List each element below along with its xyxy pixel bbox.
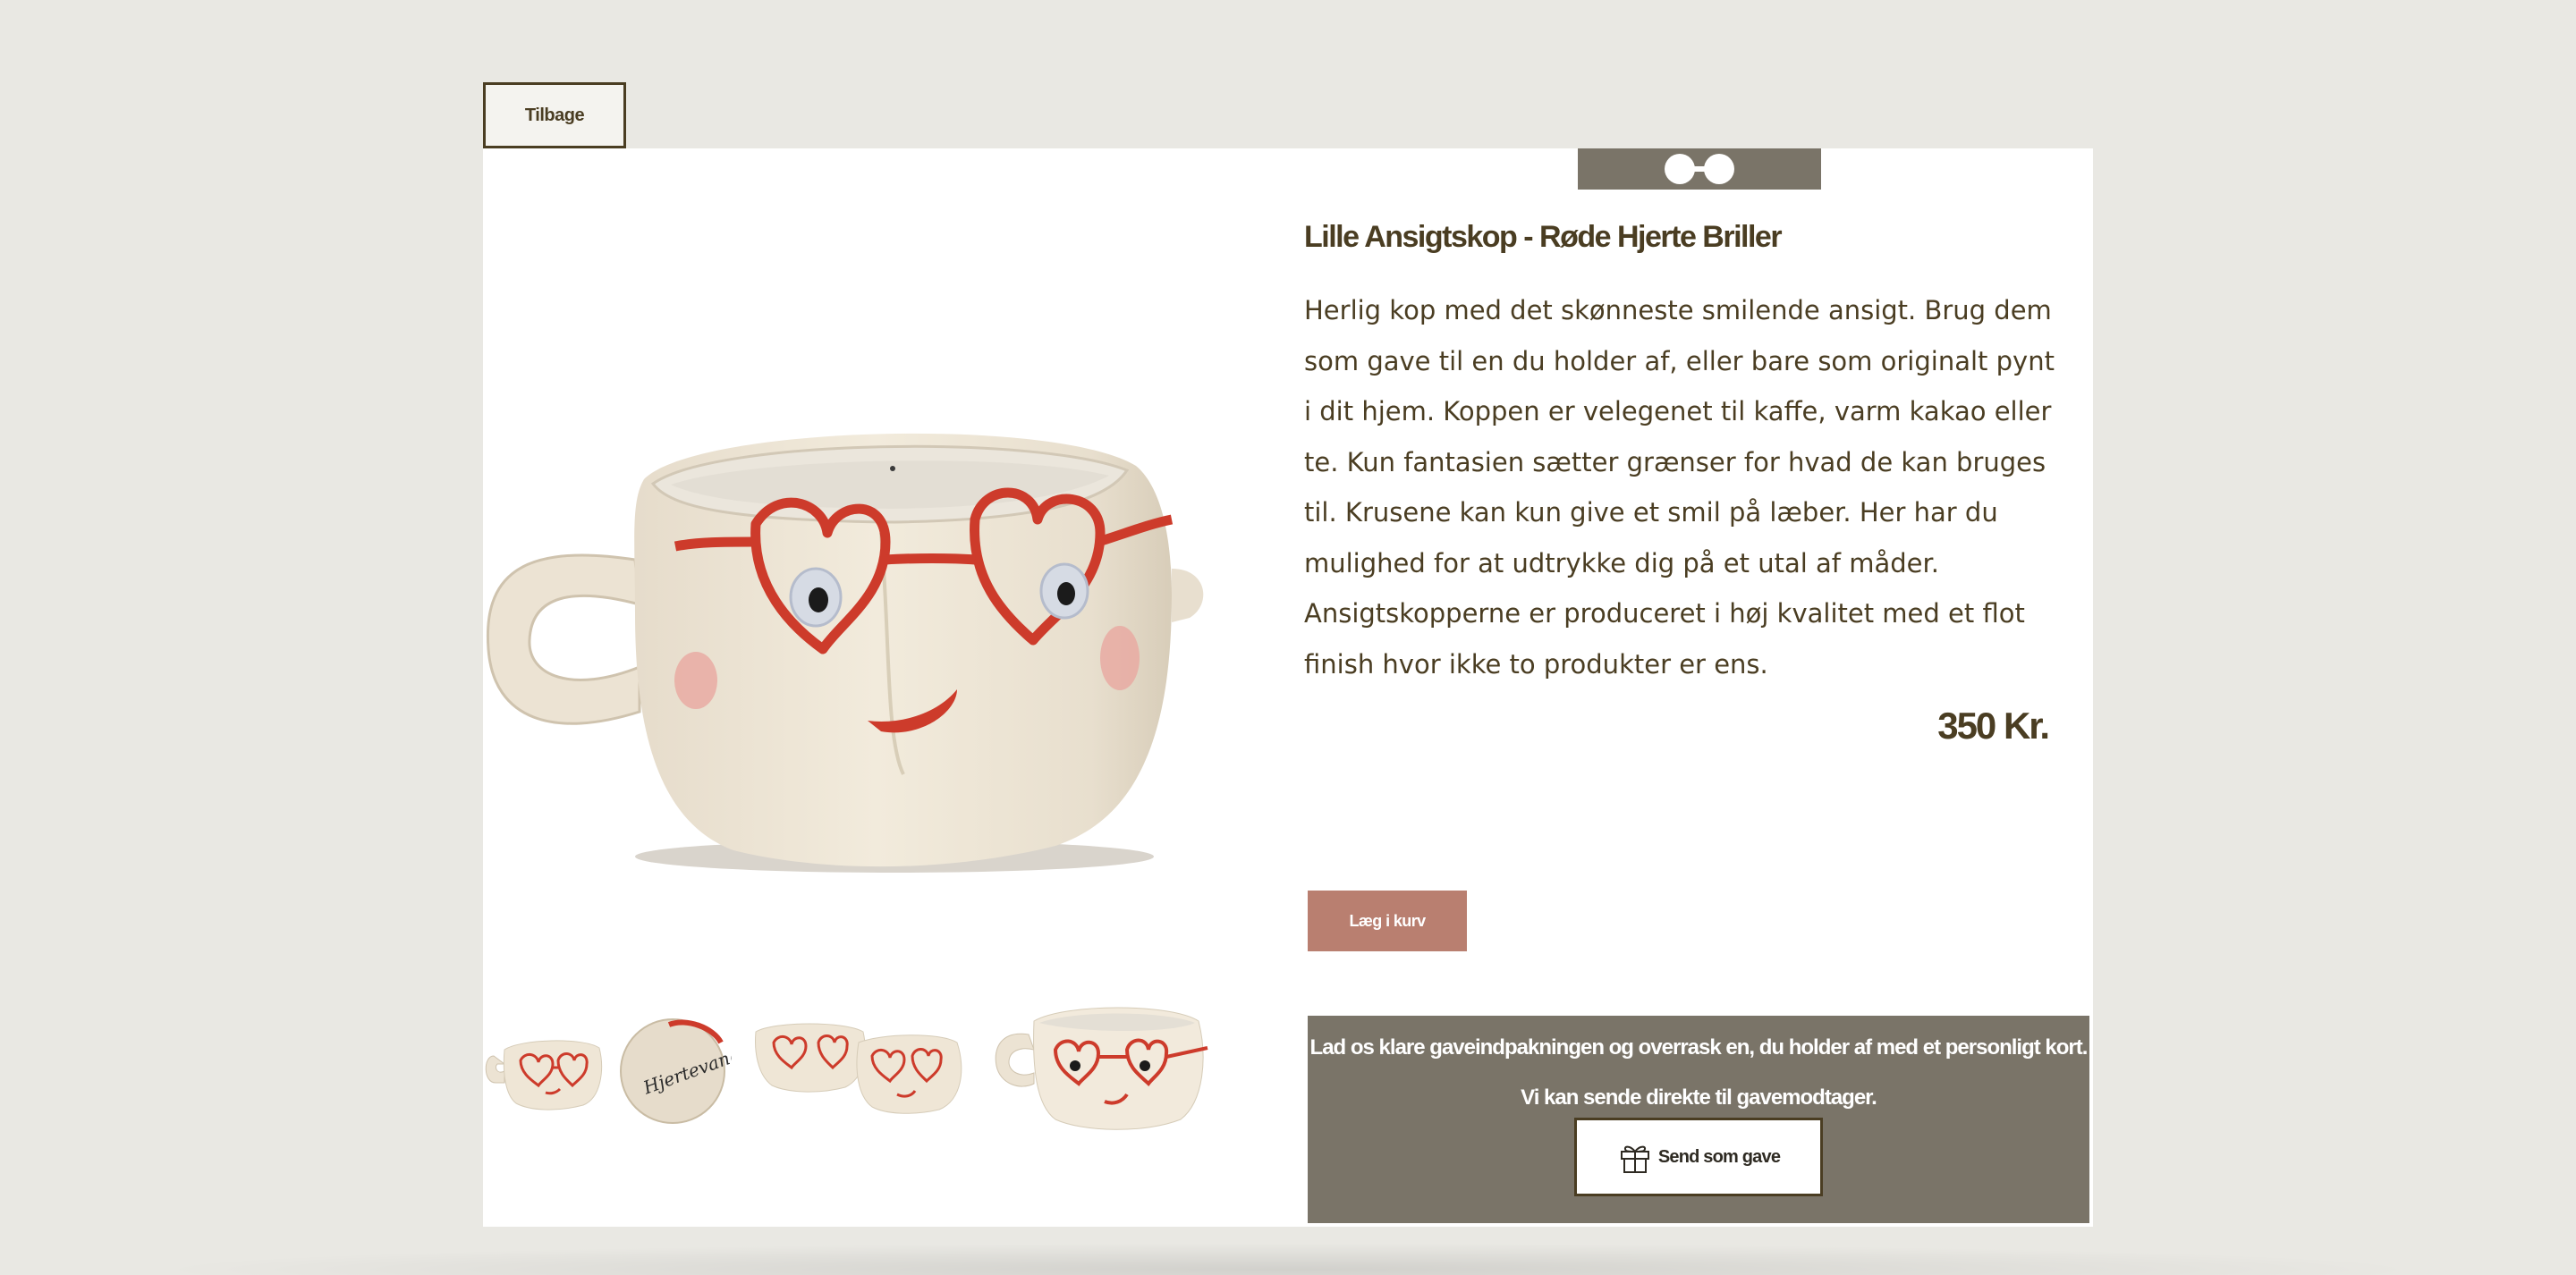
gift-panel: Lad os klare gaveindpakningen og overras… xyxy=(1308,1016,2089,1223)
gift-text: Lad os klare gaveindpakningen og overras… xyxy=(1309,1035,2089,1110)
thumbnail-strip: Hjertevang xyxy=(483,837,1225,1159)
page-shadow xyxy=(143,1243,2433,1275)
logo-tab xyxy=(1578,148,1821,190)
product-title: Lille Ansigtskop - Røde Hjerte Briller xyxy=(1304,220,1783,254)
thumbnail-bottom[interactable]: Hjertevang xyxy=(615,1016,732,1132)
send-as-gift-label: Send som gave xyxy=(1657,1146,1781,1167)
add-to-cart-button[interactable]: Læg i kurv xyxy=(1308,891,1467,951)
product-description: Herlig kop med det skønneste smilende an… xyxy=(1304,295,2055,680)
back-button[interactable]: Tilbage xyxy=(483,82,626,148)
main-product-image xyxy=(486,433,1204,873)
gift-icon xyxy=(1620,1145,1649,1173)
product-page: Tilbage Hjertevang Lille Ansigtskop - Rø… xyxy=(0,0,2576,1275)
thumbnail-front[interactable] xyxy=(485,1016,610,1114)
product-card: Hjertevang Lille Ansigtskop - Røde Hjert… xyxy=(483,148,2093,1227)
thumbnail-large[interactable] xyxy=(993,994,1225,1137)
send-as-gift-button[interactable]: Send som gave xyxy=(1574,1118,1823,1196)
glasses-icon xyxy=(1665,154,1734,184)
thumbnail-pair[interactable] xyxy=(738,1007,988,1123)
product-price: 350 Kr. xyxy=(1937,705,2050,747)
